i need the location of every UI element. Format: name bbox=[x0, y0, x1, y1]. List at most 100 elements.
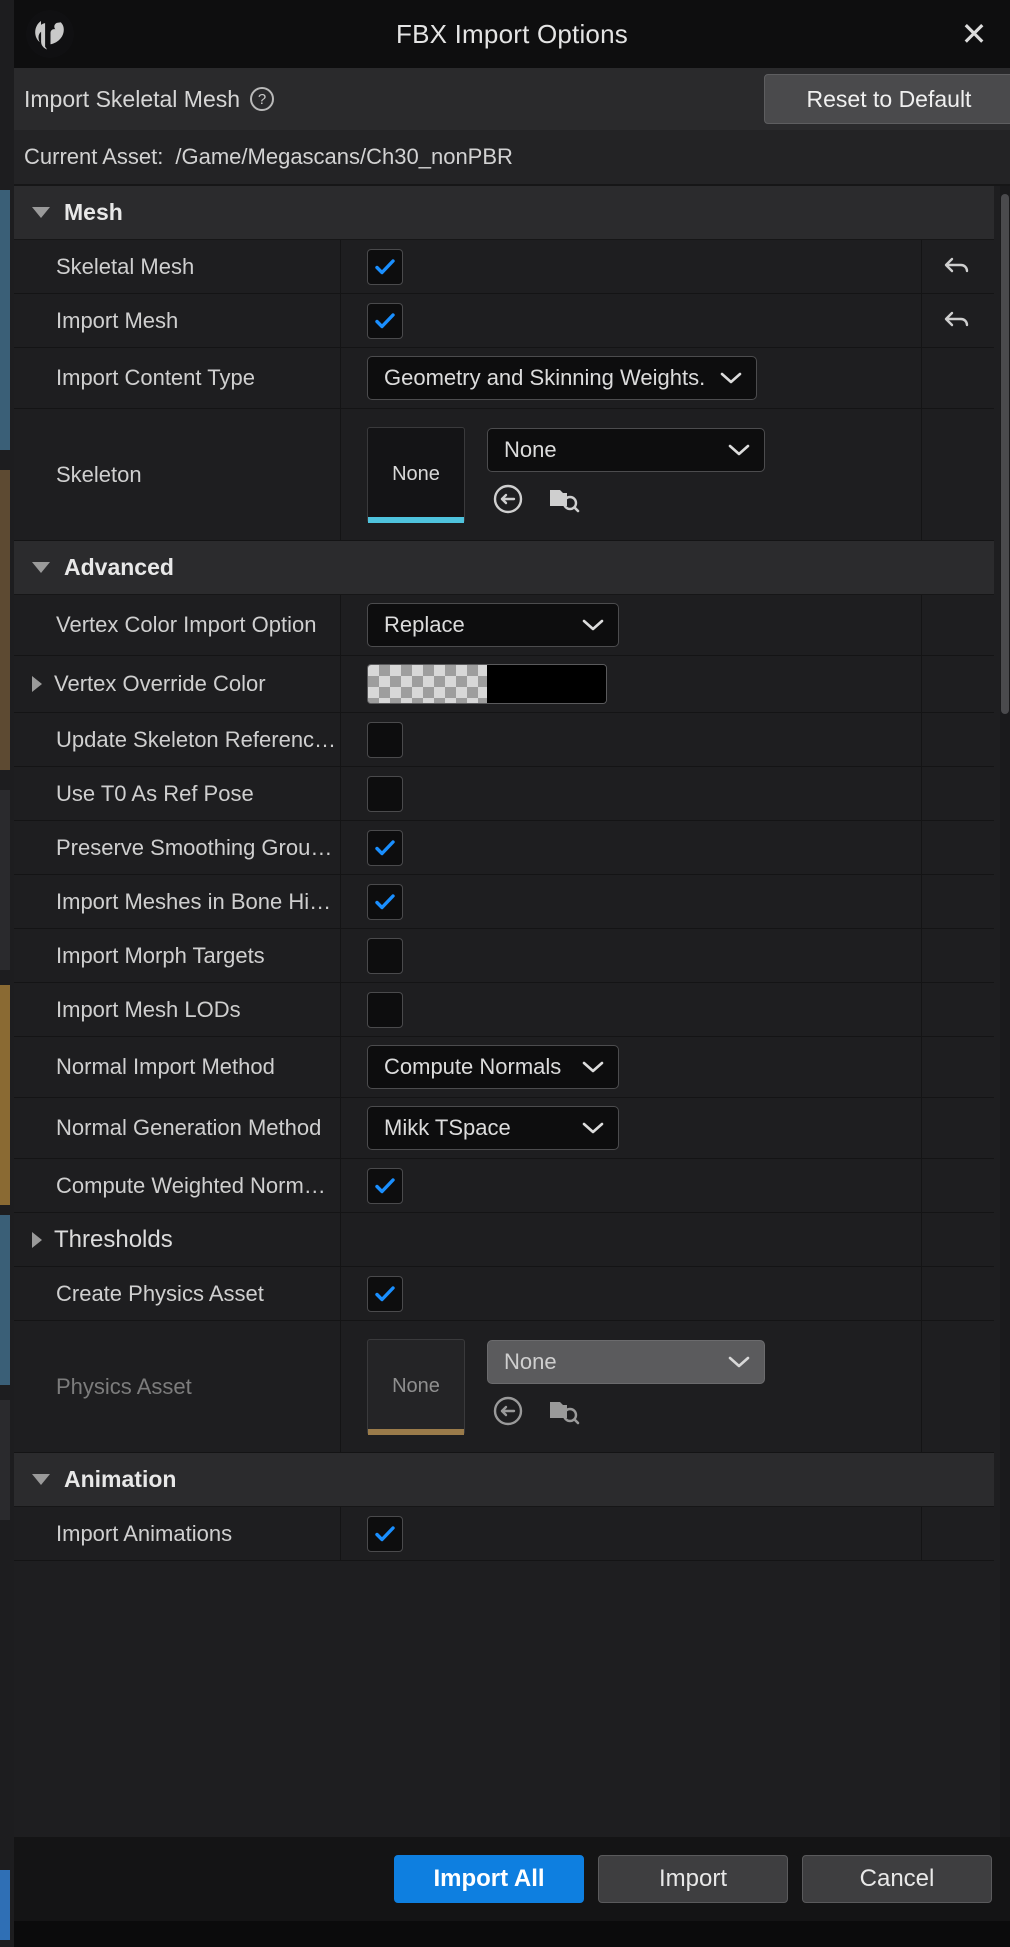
property-label: Physics Asset bbox=[14, 1321, 341, 1452]
property-value bbox=[341, 656, 922, 712]
vertical-scrollbar-thumb[interactable] bbox=[1001, 194, 1009, 714]
physics-asset-picker: None bbox=[487, 1340, 765, 1433]
property-value: Replace bbox=[341, 595, 922, 655]
chevron-down-icon bbox=[582, 612, 604, 638]
dropdown-value: Geometry and Skinning Weights. bbox=[384, 365, 706, 390]
section-header-animation[interactable]: Animation bbox=[14, 1453, 994, 1507]
property-label: Skeleton bbox=[14, 409, 341, 540]
reset-property-cell bbox=[922, 1037, 994, 1097]
browse-content-icon[interactable] bbox=[547, 1394, 581, 1433]
property-value bbox=[341, 821, 922, 874]
reset-property-cell bbox=[922, 1098, 994, 1158]
checkbox-import-mesh-lods[interactable] bbox=[367, 991, 403, 1028]
property-value bbox=[341, 929, 922, 982]
dropdown-import-content-type[interactable]: Geometry and Skinning Weights. bbox=[367, 356, 757, 400]
property-row-skeletal-mesh: Skeletal Mesh bbox=[14, 240, 994, 294]
property-label: Update Skeleton Referenc… bbox=[14, 713, 341, 766]
import-all-button[interactable]: Import All bbox=[394, 1855, 584, 1903]
help-icon[interactable]: ? bbox=[250, 87, 275, 111]
reset-property-cell bbox=[922, 1267, 994, 1320]
reset-arrow-icon[interactable] bbox=[943, 251, 973, 282]
chevron-down-icon bbox=[720, 365, 742, 391]
dropdown-value: Compute Normals bbox=[384, 1054, 562, 1079]
property-value bbox=[341, 983, 922, 1036]
reset-arrow-icon[interactable] bbox=[943, 305, 973, 336]
property-value bbox=[341, 1267, 922, 1320]
property-value bbox=[341, 240, 922, 293]
checkbox-import-morph-targets[interactable] bbox=[367, 937, 403, 974]
property-row-normal-generation-method: Normal Generation Method Mikk TSpace bbox=[14, 1098, 994, 1159]
cancel-button[interactable]: Cancel bbox=[802, 1855, 992, 1903]
dialog-title: FBX Import Options bbox=[396, 18, 628, 49]
use-selected-asset-icon[interactable] bbox=[491, 482, 525, 521]
checkbox-use-t0-as-ref-pose[interactable] bbox=[367, 775, 403, 812]
property-row-import-mesh: Import Mesh bbox=[14, 294, 994, 348]
reset-property-cell bbox=[922, 875, 994, 928]
section-header-thresholds[interactable]: Thresholds bbox=[14, 1213, 341, 1266]
reset-property-cell bbox=[922, 595, 994, 655]
reset-property-cell bbox=[922, 294, 994, 347]
property-label: Normal Import Method bbox=[14, 1037, 341, 1097]
section-header-mesh[interactable]: Mesh bbox=[14, 186, 994, 240]
dropdown-normal-import-method[interactable]: Compute Normals bbox=[367, 1045, 619, 1089]
property-label-group[interactable]: Vertex Override Color bbox=[14, 656, 341, 712]
dropdown-normal-generation-method[interactable]: Mikk TSpace bbox=[367, 1106, 619, 1150]
import-button[interactable]: Import bbox=[598, 1855, 788, 1903]
current-asset-bar: Current Asset: /Game/Megascans/Ch30_nonP… bbox=[14, 130, 1010, 186]
dropdown-value: Mikk TSpace bbox=[384, 1115, 511, 1140]
property-label: Normal Generation Method bbox=[14, 1098, 341, 1158]
checkbox-import-mesh[interactable] bbox=[367, 302, 403, 339]
properties-list: Mesh Skeletal Mesh Import Mesh Import Co… bbox=[14, 186, 994, 1561]
property-value: None None bbox=[341, 1321, 922, 1452]
dialog-footer: Import All Import Cancel bbox=[14, 1837, 1010, 1921]
property-label: Create Physics Asset bbox=[14, 1267, 341, 1320]
checkbox-compute-weighted-normals[interactable] bbox=[367, 1167, 403, 1204]
property-value: Geometry and Skinning Weights. bbox=[341, 348, 922, 408]
browse-content-icon[interactable] bbox=[547, 482, 581, 521]
property-row-vertex-color-import-option: Vertex Color Import Option Replace bbox=[14, 595, 994, 656]
physics-asset-thumbnail[interactable]: None bbox=[367, 1338, 465, 1435]
property-row-import-animations: Import Animations bbox=[14, 1507, 994, 1561]
close-icon[interactable]: ✕ bbox=[954, 14, 994, 54]
unreal-engine-logo-icon bbox=[24, 8, 76, 60]
skeleton-thumbnail[interactable]: None bbox=[367, 426, 465, 523]
chevron-down-icon bbox=[32, 207, 50, 218]
checkbox-skeletal-mesh[interactable] bbox=[367, 248, 403, 285]
checkbox-create-physics-asset[interactable] bbox=[367, 1275, 403, 1312]
property-row-import-content-type: Import Content Type Geometry and Skinnin… bbox=[14, 348, 994, 409]
color-swatch-vertex-override-color[interactable] bbox=[367, 664, 607, 704]
reset-property-cell bbox=[922, 656, 994, 712]
property-label: Compute Weighted Norm… bbox=[14, 1159, 341, 1212]
property-row-compute-weighted-normals: Compute Weighted Norm… bbox=[14, 1159, 994, 1213]
reset-property-cell bbox=[922, 983, 994, 1036]
checkbox-preserve-smoothing-groups[interactable] bbox=[367, 829, 403, 866]
reset-property-cell bbox=[922, 348, 994, 408]
checkbox-import-animations[interactable] bbox=[367, 1515, 403, 1552]
property-row-physics-asset: Physics Asset None None bbox=[14, 1321, 994, 1453]
property-value bbox=[341, 713, 922, 766]
property-row-create-physics-asset: Create Physics Asset bbox=[14, 1267, 994, 1321]
use-selected-asset-icon[interactable] bbox=[491, 1394, 525, 1433]
current-asset-path: /Game/Megascans/Ch30_nonPBR bbox=[175, 144, 513, 169]
property-label: Import Content Type bbox=[14, 348, 341, 408]
property-label: Import Mesh LODs bbox=[14, 983, 341, 1036]
checkbox-import-meshes-in-bone-hierarchy[interactable] bbox=[367, 883, 403, 920]
properties-scroll-area[interactable]: Mesh Skeletal Mesh Import Mesh Import Co… bbox=[14, 186, 1010, 1837]
import-mode-label: Import Skeletal Mesh bbox=[24, 85, 241, 112]
chevron-down-icon bbox=[582, 1115, 604, 1141]
chevron-right-icon bbox=[32, 676, 42, 692]
property-label: Import Mesh bbox=[14, 294, 341, 347]
chevron-down-icon bbox=[32, 562, 50, 573]
reset-property-cell bbox=[922, 1507, 994, 1560]
vertical-scrollbar-track[interactable] bbox=[1000, 186, 1010, 1837]
dropdown-skeleton[interactable]: None bbox=[487, 428, 765, 472]
reset-to-default-button[interactable]: Reset to Default bbox=[764, 74, 1010, 124]
sub-header: Import Skeletal Mesh ? Reset to Default bbox=[14, 68, 1010, 130]
fbx-import-options-dialog: FBX Import Options ✕ Import Skeletal Mes… bbox=[14, 0, 1010, 1947]
section-header-advanced[interactable]: Advanced bbox=[14, 541, 994, 595]
property-label: Use T0 As Ref Pose bbox=[14, 767, 341, 820]
dropdown-vertex-color-import-option[interactable]: Replace bbox=[367, 603, 619, 647]
dropdown-physics-asset[interactable]: None bbox=[487, 1340, 765, 1384]
chevron-down-icon bbox=[728, 437, 750, 463]
checkbox-update-skeleton-reference[interactable] bbox=[367, 721, 403, 758]
